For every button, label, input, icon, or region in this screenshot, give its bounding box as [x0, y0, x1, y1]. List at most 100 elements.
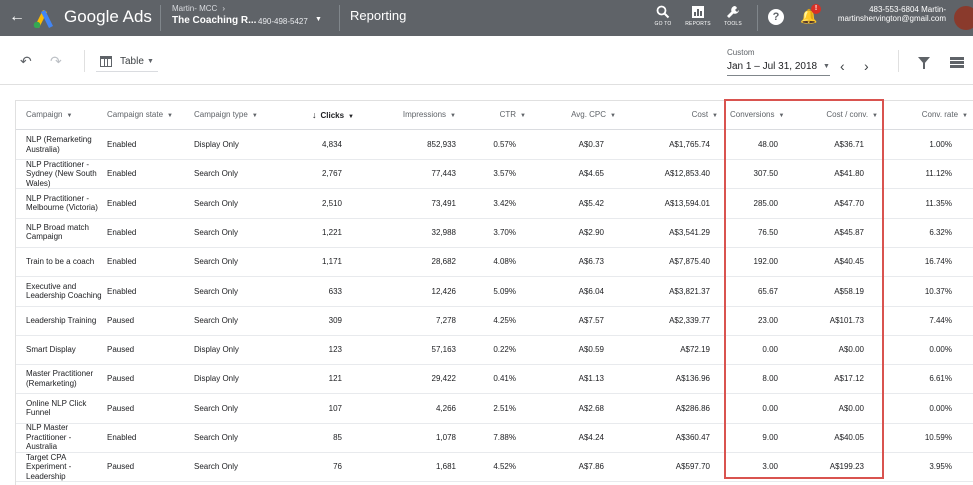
- help-icon[interactable]: ?: [768, 9, 784, 25]
- table-row[interactable]: Online NLP Click Funnel Paused Search Only…: [16, 394, 973, 424]
- table-row[interactable]: Train to be a coach Enabled Search Only 1,1…: [16, 247, 973, 278]
- col-campaign-state[interactable]: Campaign state ▼: [107, 101, 173, 129]
- columns-icon[interactable]: [950, 57, 964, 68]
- cell-clicks: 4,834: [321, 140, 342, 149]
- table-row[interactable]: NLP Master Practitioner - Australia Enabl…: [16, 423, 973, 453]
- table-row[interactable]: Smart Display Paused Display Only 123 57,163…: [16, 335, 973, 366]
- wrench-icon: [727, 6, 739, 18]
- cell-impressions: 28,682: [431, 257, 456, 267]
- cell-campaign-name[interactable]: Executive and Leadership Coaching: [26, 277, 102, 306]
- table-row[interactable]: NLP Practitioner - Melbourne (Victoria) E…: [16, 189, 973, 219]
- cell-conv-rate: 7.44%: [929, 315, 952, 325]
- cell-campaign-name[interactable]: NLP Practitioner - Melbourne (Victoria): [26, 189, 102, 218]
- cell-conv-rate: 10.59%: [924, 433, 952, 442]
- cell-impressions: 73,491: [431, 198, 456, 208]
- table-row[interactable]: NLP Broad match Campaign Enabled Search On…: [16, 218, 973, 248]
- page-section-title: Reporting: [350, 8, 407, 23]
- cell-cost-per-conv: A$47.70: [834, 198, 864, 208]
- cell-campaign-name[interactable]: Online NLP Click Funnel: [26, 394, 102, 423]
- sort-down-arrow-icon: ↓: [311, 110, 317, 120]
- redo-icon[interactable]: ↷: [50, 53, 62, 70]
- cell-impressions: 77,443: [431, 169, 456, 179]
- col-campaign-type[interactable]: Campaign type ▼: [194, 101, 258, 129]
- cell-conversions: 8.00: [762, 374, 778, 384]
- table-row[interactable]: Target CPA Experiment - Leadership Paused…: [16, 452, 973, 483]
- cell-cost: A$286.86: [675, 403, 710, 413]
- cell-campaign-name[interactable]: Smart Display: [26, 335, 102, 364]
- cell-ctr: 0.57%: [493, 140, 516, 149]
- chevron-right-icon[interactable]: ›: [864, 58, 869, 74]
- cell-avg-cpc: A$4.65: [578, 169, 604, 179]
- undo-icon[interactable]: ↶: [20, 53, 32, 70]
- cell-impressions: 7,278: [435, 315, 456, 325]
- table-view-icon[interactable]: [100, 56, 112, 67]
- cell-cost-per-conv: A$101.73: [829, 315, 864, 325]
- cell-campaign-name[interactable]: NLP Master Practitioner - Australia: [26, 423, 102, 452]
- col-avg-cpc[interactable]: Avg. CPC ▼: [536, 101, 616, 129]
- col-clicks[interactable]: ↓ Clicks ▼: [292, 101, 354, 129]
- col-ctr[interactable]: CTR ▼: [466, 101, 526, 129]
- account-dropdown-icon[interactable]: ▼: [315, 16, 322, 23]
- cell-conv-rate: 3.95%: [929, 462, 952, 472]
- date-range-picker[interactable]: Jan 1 – Jul 31, 2018: [727, 61, 817, 72]
- date-dropdown-icon[interactable]: ▼: [823, 63, 830, 70]
- cell-campaign-name[interactable]: Target CPA Experiment - Leadership: [26, 452, 102, 481]
- filter-icon[interactable]: [918, 57, 930, 69]
- cell-cost: A$597.70: [675, 462, 710, 472]
- table-row[interactable]: Master Practitioner (Remarketing) Paused D…: [16, 364, 973, 395]
- cell-campaign-state: Paused: [107, 315, 135, 325]
- table-row[interactable]: NLP (Remarketing Australia) Enabled Displa…: [16, 130, 973, 160]
- cell-conversions: 3.00: [762, 462, 778, 472]
- col-conv-rate[interactable]: Conv. rate ▼: [888, 101, 968, 129]
- google-ads-logo-icon[interactable]: [32, 6, 56, 28]
- col-conversions[interactable]: Conversions ▼: [730, 101, 784, 129]
- cell-campaign-name[interactable]: Train to be a coach: [26, 247, 102, 276]
- col-cost-per-conv[interactable]: Cost / conv. ▼: [788, 101, 878, 129]
- table-row[interactable]: Executive and Leadership Coaching Enabled…: [16, 277, 973, 307]
- select-underline: [96, 71, 158, 72]
- cell-cost-per-conv: A$0.00: [838, 403, 864, 413]
- parent-account[interactable]: Martin- MCC ›: [172, 4, 225, 13]
- cell-impressions: 32,988: [431, 227, 456, 237]
- cell-campaign-name[interactable]: NLP Broad match Campaign: [26, 218, 102, 247]
- cell-campaign-name[interactable]: Master Practitioner (Remarketing): [26, 364, 102, 393]
- cell-clicks: 85: [333, 433, 342, 442]
- col-impressions[interactable]: Impressions ▼: [364, 101, 456, 129]
- cell-avg-cpc: A$7.57: [578, 315, 604, 325]
- col-campaign[interactable]: Campaign ▼: [26, 101, 72, 129]
- back-arrow-icon[interactable]: ←: [9, 8, 25, 26]
- cell-campaign-type: Search Only: [194, 286, 239, 296]
- avatar[interactable]: [954, 6, 973, 30]
- cell-impressions: 852,933: [427, 140, 456, 149]
- cell-avg-cpc: A$5.42: [578, 198, 604, 208]
- cell-conversions: 192.00: [753, 257, 778, 267]
- tools-button[interactable]: TOOLS: [716, 5, 750, 27]
- user-email[interactable]: martinshervington@gmail.com: [820, 14, 946, 23]
- cell-cost-per-conv: A$0.00: [838, 345, 864, 355]
- chevron-left-icon[interactable]: ‹: [840, 58, 845, 74]
- cell-campaign-state: Enabled: [107, 286, 137, 296]
- cell-campaign-name[interactable]: Leadership Training: [26, 306, 102, 335]
- table-row[interactable]: NLP Practitioner - Sydney (New South Wal…: [16, 159, 973, 190]
- view-dropdown-icon[interactable]: ▼: [147, 58, 154, 65]
- goto-button[interactable]: GO TO: [646, 5, 680, 27]
- cell-ctr: 7.88%: [493, 433, 516, 442]
- date-underline: [727, 75, 830, 76]
- cell-conv-rate: 6.32%: [929, 227, 952, 237]
- top-bar: ← Google Ads Martin- MCC › The Coaching R…: [0, 0, 973, 36]
- table-row[interactable]: Leadership Training Paused Search Only 309 7…: [16, 306, 973, 336]
- cell-campaign-name[interactable]: NLP Practitioner - Sydney (New South Wal…: [26, 159, 102, 188]
- reports-button[interactable]: REPORTS: [681, 5, 715, 27]
- cell-conversions: 9.00: [762, 433, 778, 442]
- cell-clicks: 309: [328, 315, 342, 325]
- cell-cost: A$136.96: [675, 374, 710, 384]
- cell-campaign-type: Search Only: [194, 257, 239, 267]
- cell-campaign-state: Enabled: [107, 169, 137, 179]
- cell-clicks: 633: [328, 286, 342, 296]
- cell-avg-cpc: A$2.68: [578, 403, 604, 413]
- view-type-select[interactable]: Table: [120, 56, 144, 67]
- cell-campaign-name[interactable]: NLP (Remarketing Australia): [26, 130, 102, 159]
- account-name[interactable]: The Coaching R...: [172, 15, 256, 26]
- col-cost[interactable]: Cost ▼: [626, 101, 718, 129]
- user-customer-id[interactable]: 483-553-6804 Martin-: [820, 5, 946, 14]
